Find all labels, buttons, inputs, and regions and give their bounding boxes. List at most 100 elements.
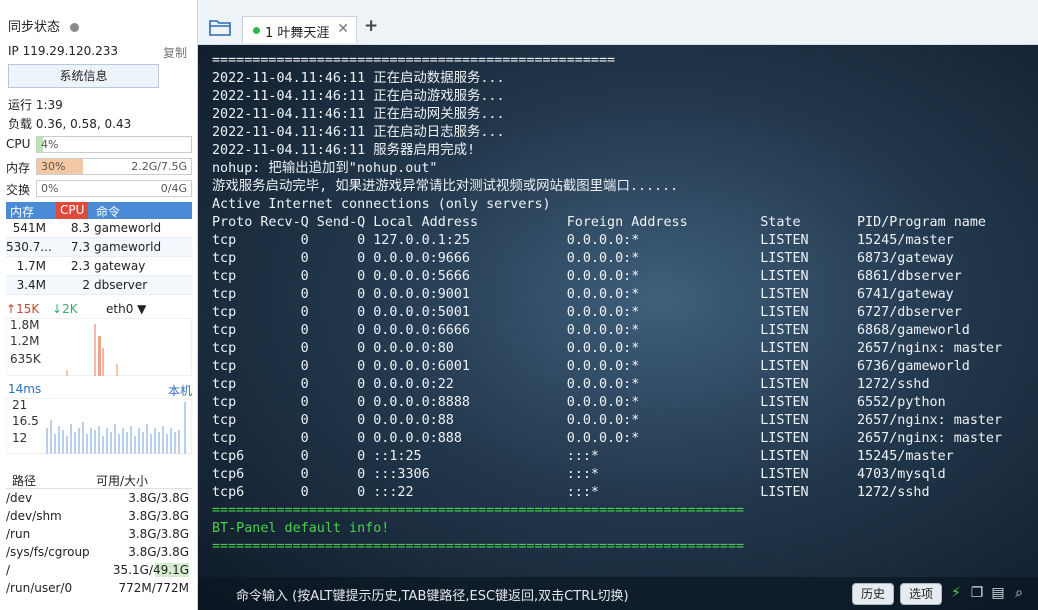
terminal-line: tcp 0 0 0.0.0.0:6666 0.0.0.0:* LISTEN 68… — [212, 323, 970, 338]
swap-meter: 交换 0% 0/4G — [6, 180, 192, 197]
interface-name: eth0 — [106, 302, 134, 316]
disk-value: 3.8G/3.8G — [128, 527, 189, 541]
download-speed: ↓2K — [52, 302, 78, 316]
cpu-percent: 4% — [41, 138, 59, 151]
network-chart: 1.8M 1.2M 635K — [5, 317, 193, 377]
terminal-line: ========================================… — [212, 53, 616, 68]
ping-chart: 21 16.5 12 — [5, 397, 193, 455]
sync-status: 同步状态 — [8, 16, 80, 35]
terminal-line: tcp 0 0 0.0.0.0:9001 0.0.0.0:* LISTEN 67… — [212, 287, 954, 302]
process-mem: 3.4M — [16, 278, 46, 292]
cpu-bar: 4% — [36, 136, 192, 153]
network-y-label: 635K — [10, 352, 41, 366]
disk-value: 772M/772M — [118, 581, 189, 595]
copy-ip-link[interactable]: 复制 — [163, 44, 187, 61]
lightning-icon[interactable]: ⚡ — [948, 584, 964, 602]
disk-value: 35.1G/49.1G — [112, 563, 189, 577]
memory-bar: 30% 2.2G/7.5G — [36, 158, 192, 175]
options-button[interactable]: 选项 — [900, 583, 942, 605]
disk-row[interactable]: /run 3.8G/3.8G — [6, 525, 192, 543]
process-cmd: gameworld — [94, 221, 162, 235]
terminal-line: 游戏服务启动完毕, 如果进游戏异常请比对测试视频或网站截图里端口...... — [212, 179, 679, 194]
terminal-line: ========================================… — [212, 539, 745, 554]
search-icon[interactable]: ⌕ — [1011, 584, 1027, 602]
terminal-line: tcp6 0 0 ::1:25 :::* LISTEN 15245/master — [212, 449, 954, 464]
process-row[interactable]: 1.7M 2.3 gateway — [6, 257, 192, 276]
terminal-line: 2022-11-04.11:46:11 正在启动日志服务... — [212, 125, 505, 140]
terminal-line: tcp 0 0 0.0.0.0:5666 0.0.0.0:* LISTEN 68… — [212, 269, 962, 284]
terminal-line: Proto Recv-Q Send-Q Local Address Foreig… — [212, 215, 986, 230]
process-mem: 1.7M — [16, 259, 46, 273]
paste-icon[interactable]: ▤ — [990, 584, 1006, 602]
ping-header: 14ms 本机 — [8, 382, 192, 398]
copy-icon[interactable]: ❐ — [969, 584, 985, 602]
cpu-meter: CPU 4% — [6, 136, 192, 153]
terminal-line: Active Internet connections (only server… — [212, 197, 551, 212]
swap-bar: 0% 0/4G — [36, 180, 192, 197]
terminal[interactable]: ========================================… — [198, 45, 1038, 610]
terminal-line: tcp 0 0 0.0.0.0:8888 0.0.0.0:* LISTEN 65… — [212, 395, 946, 410]
terminal-line: tcp 0 0 0.0.0.0:80 0.0.0.0:* LISTEN 2657… — [212, 341, 1003, 356]
process-header-cpu[interactable]: CPU — [56, 202, 89, 219]
process-table-header: 内存 CPU 命令 — [6, 202, 192, 219]
swap-percent: 0% — [41, 182, 59, 195]
disk-path: / — [6, 563, 11, 577]
disk-row[interactable]: /sys/fs/cgroup 3.8G/3.8G — [6, 543, 192, 561]
terminal-output: ========================================… — [212, 52, 1002, 556]
terminal-line: tcp 0 0 0.0.0.0:888 0.0.0.0:* LISTEN 265… — [212, 431, 1003, 446]
tab-session-1[interactable]: 1 叶舞天涯 ✕ — [242, 16, 357, 43]
process-cmd: gameworld — [94, 240, 162, 254]
process-row[interactable]: 541M 8.3 gameworld — [6, 219, 192, 238]
sync-status-label: 同步状态 — [8, 20, 61, 35]
disk-path: /dev — [6, 491, 33, 505]
disk-header-path[interactable]: 路径 — [12, 472, 36, 489]
open-folder-button[interactable] — [208, 17, 234, 39]
process-mem: 530.7... — [6, 240, 52, 254]
process-header-mem[interactable]: 内存 — [10, 203, 34, 220]
ping-y-label: 16.5 — [12, 414, 39, 428]
process-cpu: 2.3 — [70, 259, 90, 273]
load-average: 负载 0.36, 0.58, 0.43 — [8, 117, 132, 131]
process-cmd: gateway — [94, 259, 146, 273]
disk-row[interactable]: /run/user/0 772M/772M — [6, 579, 192, 597]
history-button[interactable]: 历史 — [852, 583, 894, 605]
disk-header-size[interactable]: 可用/大小 — [96, 472, 148, 489]
process-row[interactable]: 530.7... 7.3 gameworld — [6, 238, 192, 257]
disk-path: /sys/fs/cgroup — [6, 545, 90, 559]
swap-value: 0/4G — [160, 182, 187, 195]
ping-y-label: 21 — [12, 398, 28, 412]
close-icon[interactable]: ✕ — [337, 21, 349, 37]
process-header-cmd[interactable]: 命令 — [96, 203, 120, 220]
process-table: 内存 CPU 命令 541M 8.3 gameworld 530.7... 7.… — [6, 202, 192, 295]
folder-icon — [209, 20, 231, 36]
disk-path: /dev/shm — [6, 509, 62, 523]
system-info-button[interactable]: 系统信息 — [8, 64, 159, 88]
upload-speed: ↑15K — [6, 302, 40, 316]
terminal-line: tcp 0 0 0.0.0.0:5001 0.0.0.0:* LISTEN 67… — [212, 305, 962, 320]
memory-meter: 内存 30% 2.2G/7.5G — [6, 158, 192, 175]
process-cmd: dbserver — [94, 278, 148, 292]
process-cpu: 2 — [82, 278, 90, 292]
disk-table: 路径 可用/大小 /dev 3.8G/3.8G /dev/shm 3.8G/3.… — [6, 470, 192, 597]
sidebar: 同步状态 IP 119.29.120.233 复制 系统信息 运行 1:39 负… — [0, 0, 198, 610]
disk-row[interactable]: /dev 3.8G/3.8G — [6, 489, 192, 507]
disk-row[interactable]: / 35.1G/49.1G — [6, 561, 192, 579]
chevron-down-icon: ▼ — [137, 302, 147, 316]
tab-label: 1 叶舞天涯 — [265, 26, 330, 41]
process-mem: 541M — [12, 221, 46, 235]
new-tab-button[interactable]: + — [364, 16, 378, 36]
terminal-line: tcp6 0 0 :::3306 :::* LISTEN 4703/mysqld — [212, 467, 946, 482]
disk-row[interactable]: /dev/shm 3.8G/3.8G — [6, 507, 192, 525]
interface-select[interactable]: eth0 ▼ — [106, 302, 146, 316]
disk-value: 3.8G/3.8G — [128, 509, 189, 523]
sync-status-dot-icon — [70, 23, 80, 32]
terminal-line: tcp 0 0 0.0.0.0:9666 0.0.0.0:* LISTEN 68… — [212, 251, 954, 266]
ping-target[interactable]: 本机 — [168, 382, 192, 399]
terminal-line: 2022-11-04.11:46:11 正在启动网关服务... — [212, 107, 505, 122]
process-row[interactable]: 3.4M 2 dbserver — [6, 276, 192, 295]
terminal-line: 2022-11-04.11:46:11 正在启动数据服务... — [212, 71, 505, 86]
ping-y-label: 12 — [12, 431, 28, 445]
disk-value: 3.8G/3.8G — [128, 491, 189, 505]
command-input[interactable]: 命令输入 (按ALT键提示历史,TAB键路径,ESC键返回,双击CTRL切换) — [236, 585, 629, 604]
download-value: 2K — [62, 302, 78, 316]
